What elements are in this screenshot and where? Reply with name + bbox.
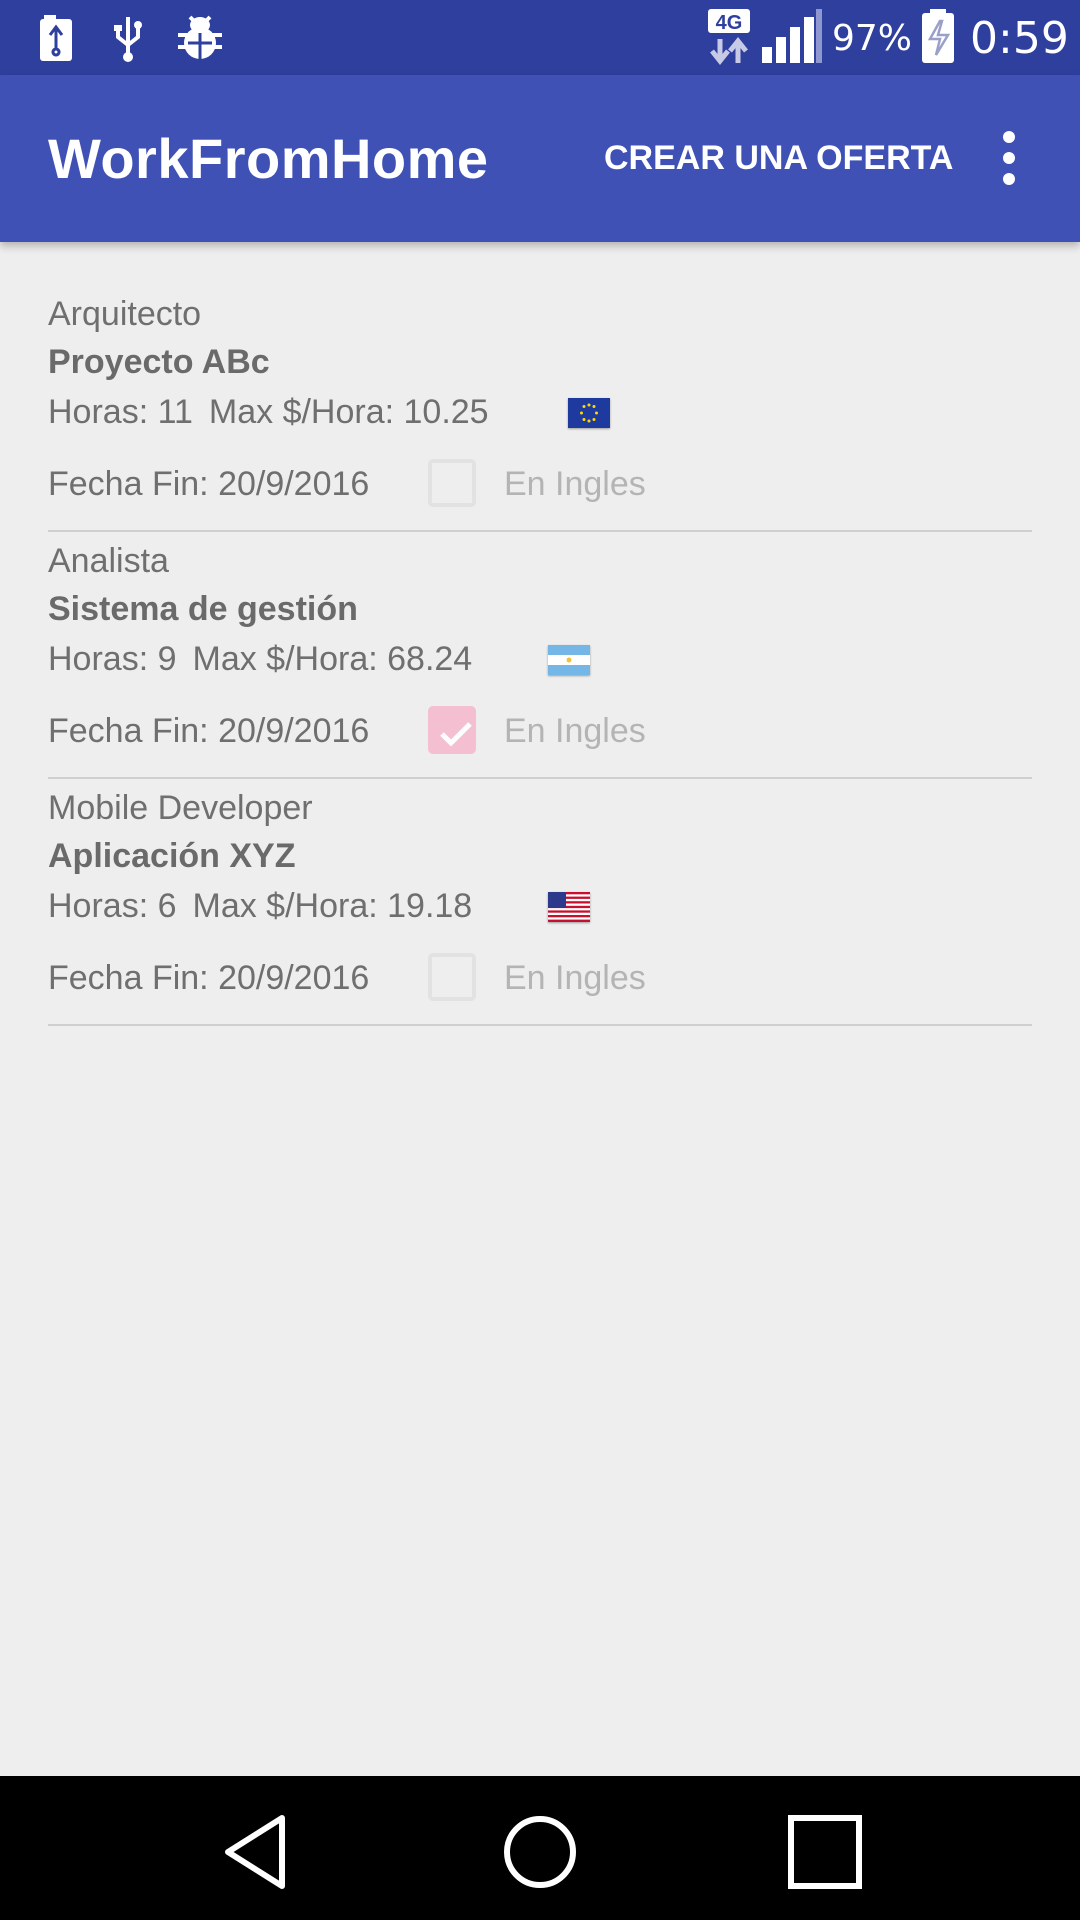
offer-hours-row: Horas: 9 Max $/Hora: 68.24 (48, 639, 472, 679)
english-label: En Ingles (504, 712, 646, 750)
english-checkbox[interactable] (428, 953, 476, 1001)
bug-icon (174, 10, 226, 66)
app-title: WorkFromHome (48, 127, 489, 190)
eu-flag-icon (568, 398, 610, 428)
signal-icon (760, 8, 824, 64)
offer-end-date: Fecha Fin: 20/9/2016 (48, 712, 370, 750)
offer-max-rate: Max $/Hora: 19.18 (192, 886, 473, 925)
english-checkbox[interactable] (428, 706, 476, 754)
battery-usb-icon (38, 10, 74, 66)
argentina-flag-icon (548, 645, 590, 675)
english-checkbox[interactable] (428, 459, 476, 507)
check-icon (440, 722, 472, 747)
svg-text:4G: 4G (716, 12, 743, 34)
english-label: En Ingles (504, 959, 646, 997)
offer-role: Arquitecto (48, 295, 202, 333)
offer-role: Mobile Developer (48, 789, 313, 827)
offer-project: Proyecto ABc (48, 343, 270, 381)
create-offer-button[interactable]: CREAR UNA OFERTA (588, 75, 969, 242)
back-icon[interactable] (216, 1812, 296, 1892)
offer-project: Aplicación XYZ (48, 837, 296, 875)
battery-charging-icon (918, 8, 958, 64)
english-label: En Ingles (504, 465, 646, 503)
offer-hours-row: Horas: 11 Max $/Hora: 10.25 (48, 392, 489, 432)
offer-max-rate: Max $/Hora: 68.24 (192, 639, 473, 678)
offer-project: Sistema de gestión (48, 590, 358, 628)
offer-hours-row: Horas: 6 Max $/Hora: 19.18 (48, 886, 472, 926)
usb-icon (110, 10, 146, 66)
status-bar: 4G 97% 0:59 (0, 0, 1080, 75)
clock: 0:59 (970, 13, 1069, 64)
offer-end-date: Fecha Fin: 20/9/2016 (48, 465, 370, 503)
list-item[interactable]: Mobile Developer Aplicación XYZ Horas: 6… (48, 779, 1032, 1026)
battery-percent: 97% (832, 18, 913, 59)
list-item[interactable]: Analista Sistema de gestión Horas: 9 Max… (48, 532, 1032, 779)
offers-list: Arquitecto Proyecto ABc Horas: 11 Max $/… (48, 285, 1032, 1026)
offer-max-rate: Max $/Hora: 10.25 (208, 392, 489, 431)
list-item[interactable]: Arquitecto Proyecto ABc Horas: 11 Max $/… (48, 285, 1032, 532)
navigation-bar (0, 1776, 1080, 1920)
recents-icon[interactable] (785, 1812, 865, 1892)
offer-hours: Horas: 11 (48, 392, 193, 431)
offer-hours: Horas: 9 (48, 639, 177, 678)
offer-hours: Horas: 6 (48, 886, 177, 925)
offer-end-date: Fecha Fin: 20/9/2016 (48, 959, 370, 997)
offer-role: Analista (48, 542, 169, 580)
more-vert-icon[interactable] (976, 125, 1042, 191)
app-bar: WorkFromHome CREAR UNA OFERTA (0, 75, 1080, 242)
home-icon[interactable] (500, 1812, 580, 1892)
usa-flag-icon (548, 892, 590, 922)
network-4g-icon: 4G (706, 8, 752, 65)
